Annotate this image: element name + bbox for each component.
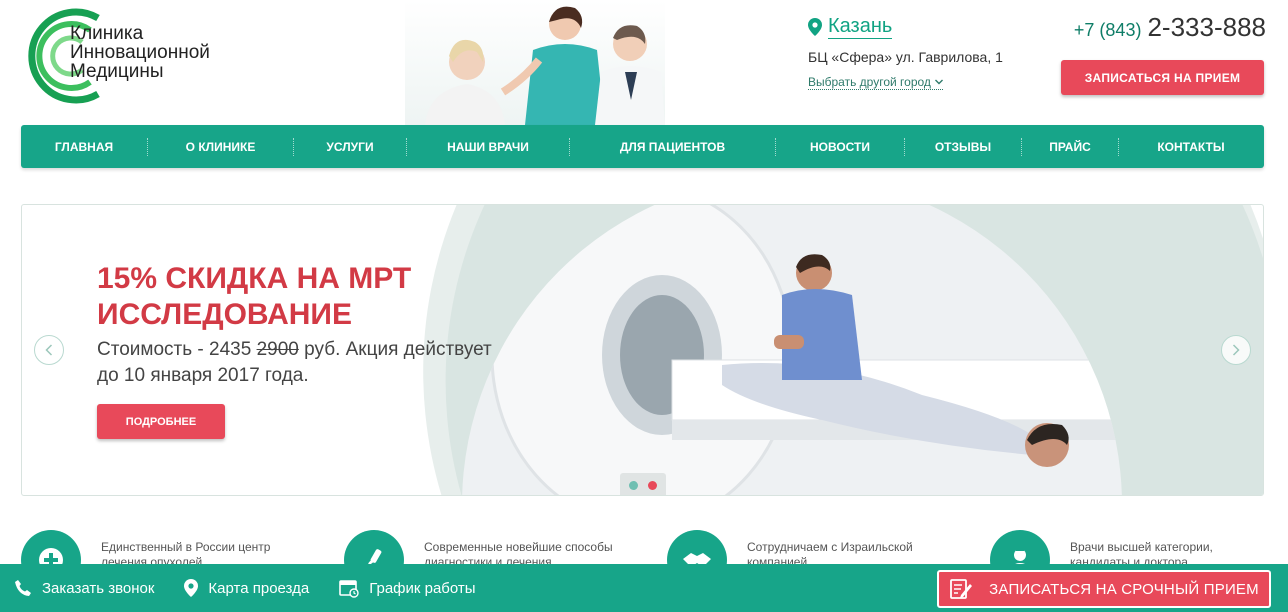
nav-item-about[interactable]: О КЛИНИКЕ — [148, 125, 293, 168]
promo-text: Стоимость - 2435 2900 руб. Акция действу… — [97, 337, 517, 389]
logo-line-2: Инновационной — [70, 42, 210, 63]
urgent-appointment-button[interactable]: ЗАПИСАТЬСЯ НА СРОЧНЫЙ ПРИЕМ — [937, 570, 1271, 608]
clinic-logo[interactable]: Клиника Инновационной Медицины — [20, 6, 270, 106]
location-pin-icon — [184, 579, 199, 597]
callback-link[interactable]: Заказать звонок — [14, 579, 154, 597]
promo-title: 15% СКИДКА НА МРТ ИССЛЕДОВАНИЕ — [97, 262, 412, 331]
chevron-down-icon — [934, 79, 943, 85]
promo-old-price: 2900 — [256, 339, 299, 360]
city-name[interactable]: Казань — [828, 14, 893, 39]
callback-label: Заказать звонок — [42, 579, 155, 597]
more-button[interactable]: ПОДРОБНЕЕ — [97, 404, 225, 439]
change-city-label: Выбрать другой город — [808, 75, 931, 89]
phone-code: +7 (843) — [1073, 20, 1142, 40]
calendar-icon — [339, 580, 359, 598]
nav-item-reviews[interactable]: ОТЗЫВЫ — [905, 125, 1021, 168]
nav-item-contacts[interactable]: КОНТАКТЫ — [1119, 125, 1263, 168]
nav-item-prices[interactable]: ПРАЙС — [1022, 125, 1118, 168]
nav-item-home[interactable]: ГЛАВНАЯ — [21, 125, 147, 168]
nav-item-news[interactable]: НОВОСТИ — [776, 125, 904, 168]
slider-pagination — [620, 473, 666, 495]
chevron-left-icon — [45, 344, 53, 356]
nav-item-services[interactable]: УСЛУГИ — [294, 125, 406, 168]
phone-icon — [15, 580, 31, 596]
clinic-address: БЦ «Сфера» ул. Гаврилова, 1 — [808, 49, 1003, 65]
logo-text: Клиника Инновационной Медицины — [70, 24, 210, 81]
slider-dot-2[interactable] — [648, 480, 657, 490]
map-label: Карта проезда — [208, 579, 310, 597]
city-block: Казань БЦ «Сфера» ул. Гаврилова, 1 Выбра… — [808, 14, 1028, 91]
medical-staff-image — [405, 0, 665, 125]
appointment-button[interactable]: ЗАПИСАТЬСЯ НА ПРИЕМ — [1061, 60, 1264, 95]
promo-text-prefix: Стоимость - 2435 — [97, 339, 257, 360]
slider-prev-button[interactable] — [34, 335, 64, 365]
schedule-label: График работы — [369, 579, 476, 597]
logo-line-3: Медицины — [70, 61, 164, 82]
change-city-link[interactable]: Выбрать другой город — [808, 75, 943, 90]
slider-dot-1[interactable] — [629, 480, 638, 490]
nav-item-patients[interactable]: ДЛЯ ПАЦИЕНТОВ — [570, 125, 775, 168]
location-pin-icon — [808, 17, 822, 36]
chevron-right-icon — [1232, 344, 1240, 356]
urgent-appointment-label: ЗАПИСАТЬСЯ НА СРОЧНЫЙ ПРИЕМ — [989, 580, 1259, 598]
phone-main: 2-333-888 — [1147, 12, 1266, 42]
nav-item-doctors[interactable]: НАШИ ВРАЧИ — [407, 125, 569, 168]
promo-slider: 15% СКИДКА НА МРТ ИССЛЕДОВАНИЕ Стоимость… — [21, 204, 1264, 496]
main-nav: ГЛАВНАЯ О КЛИНИКЕ УСЛУГИ НАШИ ВРАЧИ ДЛЯ … — [21, 125, 1264, 168]
logo-line-1: Клиника — [70, 23, 144, 44]
schedule-link[interactable]: График работы — [339, 578, 476, 598]
bottom-bar: Заказать звонок Карта проезда График раб… — [0, 564, 1288, 612]
phone-number[interactable]: +7 (843) 2-333-888 — [1074, 12, 1266, 43]
slider-next-button[interactable] — [1221, 335, 1251, 365]
edit-form-icon — [950, 579, 973, 599]
map-link[interactable]: Карта проезда — [184, 579, 309, 597]
